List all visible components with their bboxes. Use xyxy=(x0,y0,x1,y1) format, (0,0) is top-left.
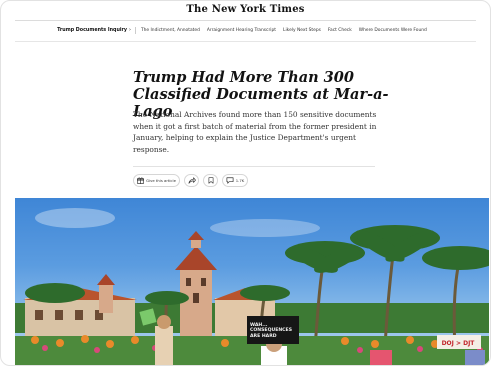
section-nav: Trump Documents Inquiry › The Indictment… xyxy=(1,27,490,34)
comments-count: 1.7K xyxy=(235,178,245,183)
gift-icon xyxy=(137,177,145,184)
protest-sign-right-text: DOJ > DJT xyxy=(441,340,475,347)
nav-item-indictment[interactable]: The Indictment, Annotated xyxy=(141,28,200,33)
comments-button[interactable]: 1.7K xyxy=(222,174,248,187)
bookmark-icon xyxy=(208,177,213,184)
nav-item-transcript[interactable]: Arraignment Hearing Transcript xyxy=(207,28,276,33)
protest-sign-right-text-box: DOJ > DJT xyxy=(436,337,480,351)
protest-sign-left-text: WAH... CONSEQUENCES ARE HARD xyxy=(250,323,293,339)
gift-article-label: Give this article xyxy=(146,178,176,183)
nav-divider xyxy=(15,41,476,42)
nav-separator xyxy=(134,27,136,34)
masthead-divider xyxy=(15,20,476,21)
summary-divider xyxy=(133,166,375,167)
article-summary: The National Archives found more than 15… xyxy=(133,110,377,154)
nav-item-fact-check[interactable]: Fact Check xyxy=(328,28,352,33)
nav-section-title[interactable]: Trump Documents Inquiry xyxy=(57,28,127,33)
chevron-right-icon: › xyxy=(129,28,131,33)
share-button[interactable] xyxy=(184,174,199,187)
article-toolbar: Give this article 1.7K xyxy=(133,174,252,187)
nav-item-documents-found[interactable]: Where Documents Were Found xyxy=(359,28,427,33)
protest-sign-left-text-box: WAH... CONSEQUENCES ARE HARD xyxy=(246,320,298,348)
comment-icon xyxy=(226,177,234,184)
browser-frame: The New York Times Trump Documents Inqui… xyxy=(0,0,491,366)
nav-item-next-steps[interactable]: Likely Next Steps xyxy=(283,28,321,33)
nyt-logo[interactable]: The New York Times xyxy=(1,4,490,15)
share-icon xyxy=(188,177,196,184)
gift-article-button[interactable]: Give this article xyxy=(133,174,180,187)
save-button[interactable] xyxy=(203,174,218,187)
